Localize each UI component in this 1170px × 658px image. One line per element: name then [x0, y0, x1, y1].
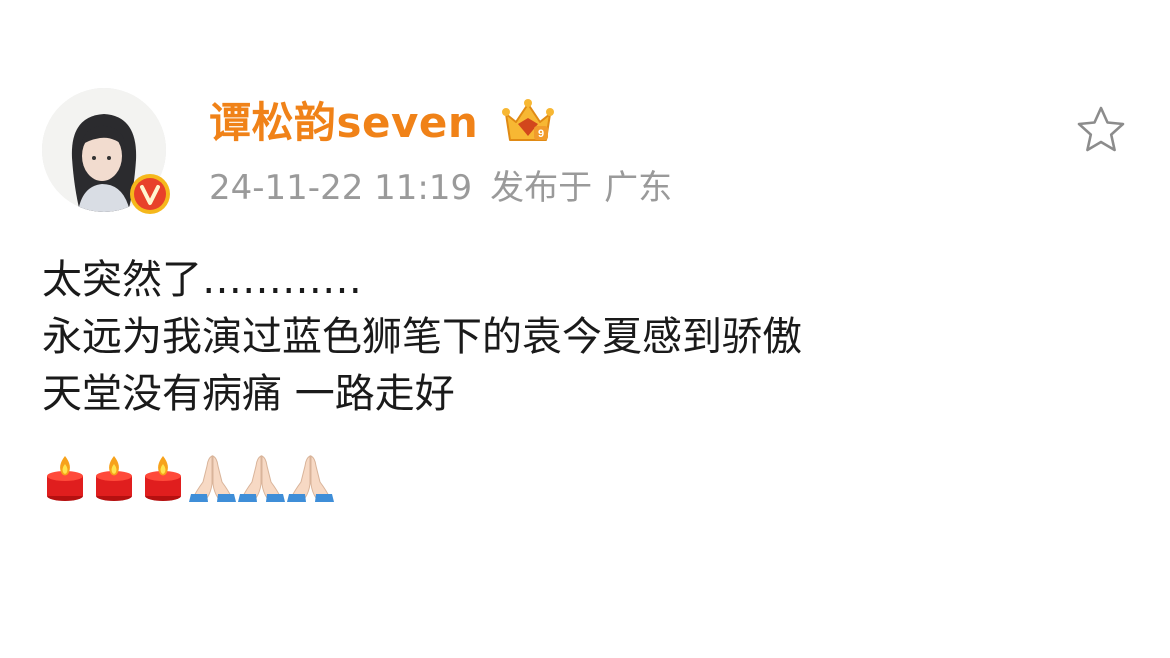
author-avatar-container[interactable]: [42, 88, 170, 216]
published-label: 发布于: [490, 168, 593, 208]
candle-icon: [47, 456, 83, 501]
post-line: 天堂没有病痛 一路走好: [42, 371, 455, 417]
candle-icon: [96, 456, 132, 501]
folded-hands-icon: [287, 455, 334, 502]
svg-text:9: 9: [538, 128, 544, 140]
post-line: 永远为我演过蓝色狮笔下的袁今夏感到骄傲: [42, 314, 802, 360]
verified-v-icon: [129, 173, 171, 215]
post-timestamp: 24-11-22 11:19: [209, 168, 473, 208]
folded-hands-icon: [189, 455, 236, 502]
emoji-row: [42, 452, 334, 504]
folded-hands-icon: [238, 455, 285, 502]
post-meta: 24-11-22 11:19 发布于 广东: [209, 166, 690, 210]
author-name[interactable]: 谭松韵seven: [209, 96, 478, 150]
post-content: 太突然了………… 永远为我演过蓝色狮笔下的袁今夏感到骄傲 天堂没有病痛 一路走好: [42, 252, 802, 423]
vip-crown-icon[interactable]: 9: [500, 96, 556, 146]
star-outline-icon[interactable]: [1074, 104, 1128, 156]
post-location: 广东: [604, 168, 673, 208]
post-line: 太突然了…………: [42, 257, 362, 303]
candle-icon: [145, 456, 181, 501]
